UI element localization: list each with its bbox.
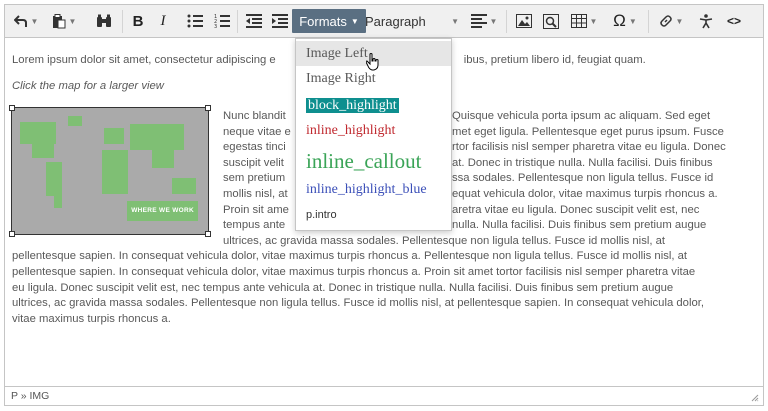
bullet-list-button[interactable] [185, 9, 205, 33]
wrap-line-right: met eget ligula. Pellentesque eget purus… [452, 125, 724, 138]
italic-button[interactable]: I [155, 9, 171, 33]
text-line: ultrices, ac gravida massa sodales. Pell… [12, 297, 705, 310]
svg-text:3: 3 [214, 24, 217, 28]
find-icon [97, 14, 111, 27]
align-icon [470, 14, 487, 28]
text-line: eu ligula. Donec suscipit velit est, nec… [12, 281, 674, 294]
outdent-icon [246, 14, 262, 28]
media-icon [543, 13, 559, 29]
undo-button[interactable]: ▼ [11, 9, 41, 33]
outdent-button[interactable] [244, 9, 264, 33]
wrap-line-left: tempus ante [223, 219, 286, 232]
menu-item-block-highlight[interactable]: block_highlight [296, 94, 451, 118]
link-icon [659, 15, 672, 27]
formats-menu: Image Left Image Right block_highlight i… [295, 38, 452, 231]
wrap-line-left: egestas tinci [223, 141, 286, 154]
resize-handle[interactable] [205, 231, 211, 237]
indent-icon [272, 14, 288, 28]
wrap-line-left: Proin sit ame [223, 203, 289, 216]
formats-dropdown[interactable]: Formats ▼ [292, 9, 366, 33]
resize-handle[interactable] [9, 231, 15, 237]
text-line: vitae maximus turpis rhoncus a. [12, 312, 171, 325]
element-path[interactable]: P » IMG [11, 390, 49, 402]
wrap-line-left: suscipit velit [223, 156, 284, 169]
indent-button[interactable] [270, 9, 290, 33]
table-icon [570, 14, 587, 28]
separator [506, 10, 507, 33]
wrap-line-left: sem pretium [223, 172, 286, 185]
insert-media-button[interactable] [541, 9, 561, 33]
separator [237, 10, 238, 33]
wrap-line-right: Quisque vehicula porta ipsum ac aliquam.… [452, 110, 711, 122]
numbered-list-button[interactable]: 123 [212, 9, 232, 33]
undo-icon [13, 15, 27, 27]
menu-item-image-right[interactable]: Image Right [296, 66, 451, 92]
text-line: pellentesque sapien. In consequat vehicu… [12, 266, 696, 278]
editor-frame: ▼ ▼ B I 123 Formats ▼ Paragraph ▼ ▼ ▼ Ω … [4, 4, 764, 406]
wrap-line-right: aretra vitae eu ligula. Donec suscipit v… [452, 203, 700, 216]
block-format-value: Paragraph [365, 13, 426, 29]
image-icon [516, 14, 532, 28]
wrap-line-right: ssa sodales. Pellentesque non ligula tel… [452, 172, 714, 185]
wrap-line-left: neque vitae e [223, 125, 291, 138]
table-button[interactable]: ▼ [569, 9, 599, 33]
separator [648, 10, 649, 33]
text-line: ultrices, ac gravida massa sodales. Pell… [223, 234, 666, 247]
align-button[interactable]: ▼ [469, 9, 499, 33]
resize-grip-icon[interactable] [751, 394, 759, 402]
paste-button[interactable]: ▼ [49, 9, 79, 33]
resize-handle[interactable] [9, 105, 15, 111]
menu-item-inline-highlight[interactable]: inline_highlight [296, 118, 451, 144]
wrap-line-left: mollis nisl, at [223, 188, 288, 200]
resize-handle[interactable] [205, 105, 211, 111]
wrap-line-right: at. Donec in tristique nulla. Nulla faci… [452, 156, 713, 169]
toolbar: ▼ ▼ B I 123 Formats ▼ Paragraph ▼ ▼ ▼ Ω … [5, 5, 763, 38]
wrap-line-left: Nunc blandit [223, 110, 286, 122]
wrap-line-right: rtor facilisis nisl semper pharetra vita… [452, 141, 726, 154]
status-bar: P » IMG [5, 386, 763, 405]
wrap-line-right: nulla. Nulla facilisi. Duis finibus sem … [452, 219, 707, 232]
menu-item-p-intro[interactable]: p.intro [296, 203, 451, 227]
accessibility-icon [699, 13, 713, 28]
chevron-down-icon: ▼ [350, 16, 359, 26]
bullet-list-icon [187, 14, 203, 28]
special-char-icon: Ω [613, 11, 626, 30]
insert-image-button[interactable] [514, 9, 534, 33]
map-caption: Click the map for a larger view [12, 80, 164, 92]
link-button[interactable]: ▼ [655, 9, 687, 33]
bold-button[interactable]: B [129, 9, 147, 33]
wrap-line-right: equat vehicula dolor, vitae maximus turp… [452, 188, 718, 200]
special-character-button[interactable]: Ω ▼ [609, 9, 641, 33]
image-selection-outline [9, 105, 211, 237]
formats-label: Formats [299, 13, 347, 29]
menu-item-image-left[interactable]: Image Left [296, 41, 451, 71]
accessibility-checker-button[interactable] [696, 9, 716, 33]
code-icon: <> [726, 14, 741, 28]
menu-item-inline-callout[interactable]: inline_callout [296, 144, 451, 178]
text-line: pellentesque sapien. In consequat vehicu… [12, 250, 688, 263]
separator [122, 10, 123, 33]
paste-icon [52, 13, 66, 28]
find-replace-button[interactable] [93, 9, 115, 33]
menu-item-inline-highlight-blue[interactable]: inline_highlight_blue [296, 178, 451, 202]
block-format-select[interactable]: Paragraph ▼ [365, 9, 459, 33]
chevron-down-icon: ▼ [451, 16, 459, 26]
source-code-button[interactable]: <> [723, 9, 745, 33]
numbered-list-icon: 123 [214, 14, 230, 28]
